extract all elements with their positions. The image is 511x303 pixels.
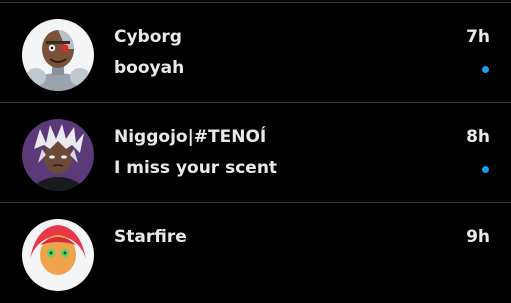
conversation-name: Cyborg [114, 27, 182, 47]
conversation-preview: I miss your scent [114, 158, 278, 178]
starfire-avatar[interactable] [22, 219, 94, 291]
conversation-item-cyborg[interactable]: Cyborg 7h booyah [0, 3, 511, 103]
conversation-timestamp: 7h [466, 27, 490, 47]
unread-indicator-icon [482, 66, 489, 73]
unread-indicator-icon [482, 166, 489, 173]
white-haired-character-avatar[interactable] [22, 119, 94, 191]
conversation-name: Niggojo|#TENOÍ [114, 127, 267, 147]
conversation-timestamp: 9h [466, 227, 490, 247]
conversation-timestamp: 8h [466, 127, 490, 147]
conversation-item-niggojo[interactable]: Niggojo|#TENOÍ 8h I miss your scent [0, 103, 511, 203]
conversation-name: Starfire [114, 227, 187, 247]
cyborg-avatar[interactable] [22, 19, 94, 91]
conversation-preview: booyah [114, 58, 185, 78]
conversation-item-starfire[interactable]: Starfire 9h [0, 203, 511, 303]
